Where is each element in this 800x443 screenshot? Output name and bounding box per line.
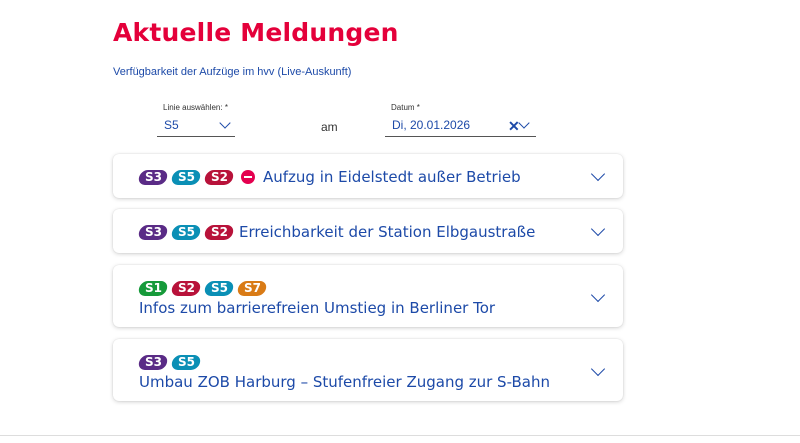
notice-card-zob-harburg[interactable]: S3 S5 Umbau ZOB Harburg – Stufenfreier Z…	[113, 339, 623, 401]
notice-title: Umbau ZOB Harburg – Stufenfreier Zugang …	[139, 373, 550, 391]
line-badge-s2: S2	[203, 224, 235, 240]
line-select-value: S5	[164, 118, 179, 132]
date-connector-text: am	[321, 120, 338, 134]
page-title: Aktuelle Meldungen	[113, 18, 399, 47]
line-badges: S3 S5	[137, 355, 202, 371]
chevron-down-icon[interactable]	[590, 287, 606, 303]
line-badge-s3: S3	[137, 169, 169, 185]
line-badge-s5: S5	[203, 281, 235, 297]
date-field-value: Di, 20.01.2026	[392, 118, 471, 132]
notice-card-eidelstedt[interactable]: S3 S5 S2 Aufzug in Eidelstedt außer Betr…	[113, 154, 623, 198]
line-badges: S3 S5 S2	[137, 224, 235, 240]
line-badge-s2: S2	[203, 169, 235, 185]
line-badges: S1 S2 S5 S7	[137, 281, 268, 297]
line-badge-s3: S3	[137, 224, 169, 240]
line-badge-s2: S2	[170, 281, 202, 297]
chevron-down-icon	[219, 117, 231, 129]
line-badge-s5: S5	[170, 355, 202, 371]
chevron-down-icon[interactable]	[590, 166, 606, 182]
line-badge-s3: S3	[137, 355, 169, 371]
no-entry-icon	[241, 170, 255, 184]
line-select[interactable]: S5	[157, 114, 235, 137]
line-badge-s7: S7	[236, 281, 268, 297]
notice-title: Erreichbarkeit der Station Elbgaustraße	[239, 223, 536, 241]
line-badge-s5: S5	[170, 224, 202, 240]
elevator-availability-link[interactable]: Verfügbarkeit der Aufzüge im hvv (Live-A…	[113, 66, 351, 78]
line-select-label: Linie auswählen: *	[163, 103, 228, 112]
clear-date-icon[interactable]: ✕	[508, 119, 520, 133]
date-field-label: Datum *	[391, 103, 420, 112]
notice-title: Infos zum barrierefreien Umstieg in Berl…	[139, 299, 496, 317]
line-badge-s5: S5	[170, 169, 202, 185]
notice-title: Aufzug in Eidelstedt außer Betrieb	[263, 168, 521, 186]
notice-card-berliner-tor[interactable]: S1 S2 S5 S7 Infos zum barrierefreien Ums…	[113, 265, 623, 327]
divider	[0, 435, 800, 436]
notice-card-elbgaustrasse[interactable]: S3 S5 S2 Erreichbarkeit der Station Elbg…	[113, 209, 623, 253]
line-badges: S3 S5 S2	[137, 169, 235, 185]
chevron-down-icon[interactable]	[590, 221, 606, 237]
chevron-down-icon[interactable]	[518, 117, 530, 129]
chevron-down-icon[interactable]	[590, 361, 606, 377]
line-badge-s1: S1	[137, 281, 169, 297]
